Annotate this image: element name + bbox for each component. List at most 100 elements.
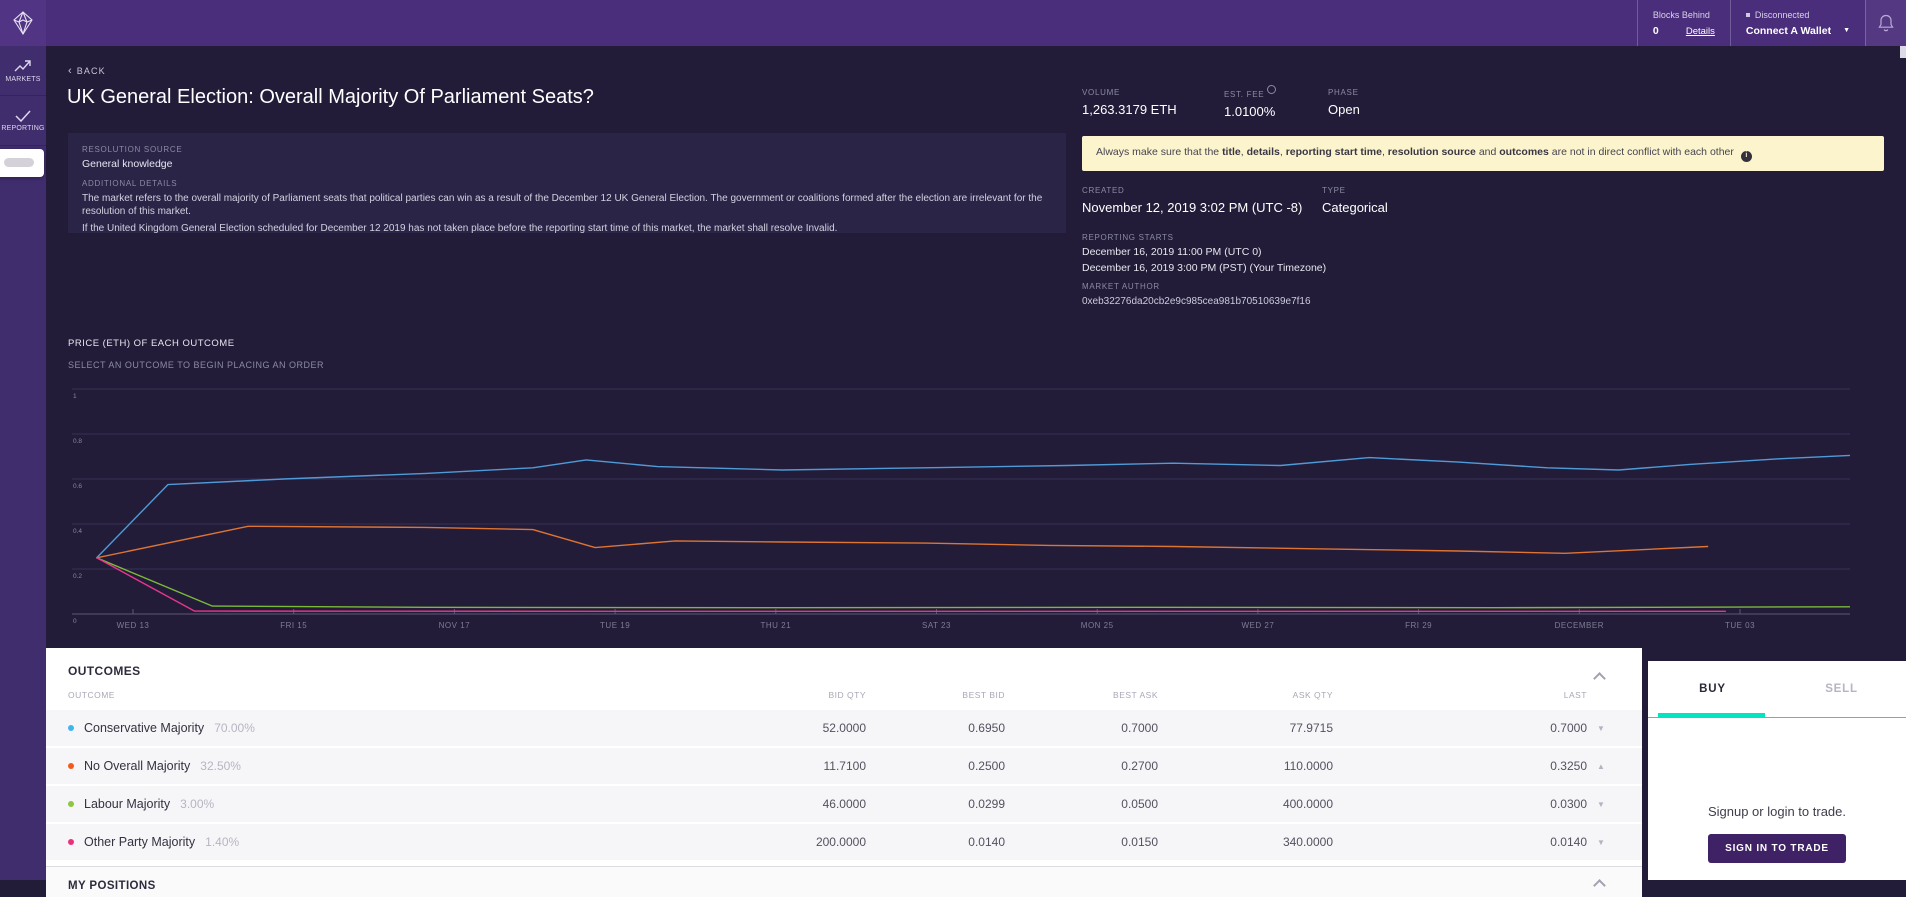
svg-text:0.4: 0.4 xyxy=(73,528,82,535)
blocks-behind-group: Blocks Behind 0 Details xyxy=(1636,0,1730,46)
chevron-left-icon: ‹ xyxy=(68,65,73,77)
reporting-starts-utc: December 16, 2019 11:00 PM (UTC 0) xyxy=(1082,246,1262,258)
outcome-last: 0.0300 xyxy=(1550,797,1587,811)
info-icon[interactable] xyxy=(1267,85,1277,94)
volume-value: 1,263.3179 ETH xyxy=(1082,102,1177,117)
market-stats: VOLUME 1,263.3179 ETH EST. FEE 1.0100% P… xyxy=(1082,85,1388,119)
connection-status-icon xyxy=(1745,12,1750,17)
sidebar-item-label: REPORTING xyxy=(1,124,45,132)
resolution-source-value: General knowledge xyxy=(82,158,173,170)
outcome-last: 0.7000 xyxy=(1550,721,1587,735)
outcome-row[interactable]: Other Party Majority 1.40% 200.0000 0.0140 0… xyxy=(46,822,1642,860)
sidebar-item-label: MARKETS xyxy=(5,75,41,83)
outcome-best-ask: 0.0500 xyxy=(1121,797,1158,811)
svg-text:THU 21: THU 21 xyxy=(761,621,792,630)
details-paragraph: The market refers to the overall majorit… xyxy=(82,193,1043,217)
signup-prompt: Signup or login to trade. xyxy=(1707,804,1847,819)
bell-icon xyxy=(1878,14,1894,32)
outcome-ask-qty: 77.9715 xyxy=(1289,721,1333,735)
svg-text:0.6: 0.6 xyxy=(73,483,82,490)
outcome-best-ask: 0.7000 xyxy=(1121,721,1158,735)
resolution-source-label: RESOLUTION SOURCE xyxy=(82,145,183,154)
back-button[interactable]: ‹ BACK xyxy=(68,65,106,77)
created-block: CREATED November 12, 2019 3:02 PM (UTC -… xyxy=(1082,186,1303,215)
created-value: November 12, 2019 3:02 PM (UTC -8) xyxy=(1082,200,1303,215)
wallet-group[interactable]: Disconnected Connect A Wallet ▼ xyxy=(1729,0,1865,46)
connection-status: Disconnected xyxy=(1754,9,1810,20)
outcome-best-bid: 0.2500 xyxy=(968,759,1005,773)
market-author-block: MARKET AUTHOR 0xeb32276da20cb2e9c985cea9… xyxy=(1082,282,1311,307)
outcome-row[interactable]: Labour Majority 3.00% 46.0000 0.0299 0.0500 4… xyxy=(46,784,1642,822)
outcome-color-dot xyxy=(68,839,74,845)
outcome-color-dot xyxy=(68,725,74,731)
market-author-value: 0xeb32276da20cb2e9c985cea981b70510639e7f… xyxy=(1082,296,1311,307)
outcome-best-ask: 0.2700 xyxy=(1121,759,1158,773)
svg-text:TUE 03: TUE 03 xyxy=(1725,621,1755,630)
svg-text:WED 13: WED 13 xyxy=(117,621,150,630)
svg-text:1: 1 xyxy=(73,393,77,400)
svg-text:WED 27: WED 27 xyxy=(1242,621,1275,630)
topbar: Blocks Behind 0 Details Disconnected Con… xyxy=(0,0,1906,46)
svg-text:0.2: 0.2 xyxy=(73,573,82,580)
stat-volume: VOLUME 1,263.3179 ETH xyxy=(1082,88,1196,119)
outcome-ask-qty: 110.0000 xyxy=(1283,759,1333,773)
svg-text:TUE 19: TUE 19 xyxy=(600,621,630,630)
type-value: Categorical xyxy=(1322,200,1388,215)
info-icon[interactable]: i xyxy=(1740,150,1752,162)
connect-wallet-button[interactable]: Connect A Wallet ▼ xyxy=(1746,25,1850,37)
outcome-row[interactable]: No Overall Majority 32.50% 11.7100 0.2500 0.… xyxy=(46,746,1642,784)
trade-tabs: BUY SELL xyxy=(1648,661,1906,718)
trending-up-icon xyxy=(14,59,31,71)
my-positions-title: MY POSITIONS xyxy=(68,880,156,892)
trend-down-icon: ▼ xyxy=(1597,837,1605,847)
outcome-name: Other Party Majority xyxy=(84,835,196,849)
sidebar-item-markets[interactable]: MARKETS xyxy=(0,46,46,96)
outcome-bid-qty: 200.0000 xyxy=(815,835,866,849)
scrollbar-thumb[interactable] xyxy=(1900,46,1906,58)
details-link[interactable]: Details xyxy=(1686,26,1715,37)
outcome-color-dot xyxy=(68,801,74,807)
conflict-banner-text: Always make sure that the title, details… xyxy=(1096,146,1734,158)
chart-subtitle: SELECT AN OUTCOME TO BEGIN PLACING AN OR… xyxy=(68,360,325,370)
outcomes-header-row: OUTCOME BID QTY BEST BID BEST ASK ASK QT… xyxy=(68,690,1587,700)
outcome-best-bid: 0.0299 xyxy=(968,797,1005,811)
tab-sell[interactable]: SELL xyxy=(1777,661,1906,717)
sidebar-tooltip-card xyxy=(0,149,44,177)
sidebar-tooltip-pill xyxy=(4,158,34,167)
collapse-outcomes-button[interactable] xyxy=(1593,670,1606,688)
trend-up-icon: ▲ xyxy=(1597,761,1605,771)
blocks-behind-label: Blocks Behind xyxy=(1652,9,1710,20)
svg-text:FRI 15: FRI 15 xyxy=(280,621,307,630)
stat-phase: PHASE Open xyxy=(1328,88,1360,117)
outcome-best-ask: 0.0150 xyxy=(1121,835,1158,849)
reporting-starts-block: REPORTING STARTS December 16, 2019 11:00… xyxy=(1082,233,1327,274)
svg-text:SAT 23: SAT 23 xyxy=(922,621,951,630)
outcome-row[interactable]: Conservative Majority 70.00% 52.0000 0.6950… xyxy=(46,708,1642,746)
augur-logo[interactable] xyxy=(0,0,46,46)
additional-details-label: ADDITIONAL DETAILS xyxy=(82,179,178,188)
collapse-positions-button[interactable] xyxy=(1593,869,1606,895)
chart-title: PRICE (ETH) OF EACH OUTCOME xyxy=(68,338,235,349)
market-details-panel: RESOLUTION SOURCE General knowledge ADDI… xyxy=(68,133,1066,234)
sign-in-to-trade-button[interactable]: SIGN IN TO TRADE xyxy=(1708,834,1846,863)
outcome-bid-qty: 52.0000 xyxy=(822,721,866,735)
svg-text:MON 25: MON 25 xyxy=(1081,621,1114,630)
tab-buy[interactable]: BUY xyxy=(1648,661,1777,718)
chevron-up-icon xyxy=(1593,672,1606,685)
outcome-percent: 1.40% xyxy=(205,835,240,849)
stat-fee: EST. FEE 1.0100% xyxy=(1224,85,1300,119)
price-chart[interactable]: 1 0.8 0.6 0.4 0.2 0 WED 13 FRI 15 NOV 17 TUE 19 TH… xyxy=(70,383,1851,635)
outcome-last: 0.0140 xyxy=(1550,835,1587,849)
reporting-starts-local: December 16, 2019 3:00 PM (PST) (Your Ti… xyxy=(1082,262,1327,274)
outcome-ask-qty: 400.0000 xyxy=(1282,797,1333,811)
details-paragraph: If the United Kingdom General Election s… xyxy=(82,223,838,234)
outcome-percent: 3.00% xyxy=(180,797,215,811)
outcome-bid-qty: 11.7100 xyxy=(823,759,867,773)
outcomes-title: OUTCOMES xyxy=(68,664,141,678)
outcome-percent: 70.00% xyxy=(214,721,255,735)
notifications-button[interactable] xyxy=(1865,0,1906,46)
outcome-ask-qty: 340.0000 xyxy=(1282,835,1333,849)
my-positions-header[interactable]: MY POSITIONS xyxy=(46,866,1642,897)
sidebar-item-reporting[interactable]: REPORTING xyxy=(0,96,46,146)
price-chart-area[interactable]: 1 0.8 0.6 0.4 0.2 0 WED 13 FRI 15 NOV 17 TUE 19 TH… xyxy=(70,383,1851,635)
